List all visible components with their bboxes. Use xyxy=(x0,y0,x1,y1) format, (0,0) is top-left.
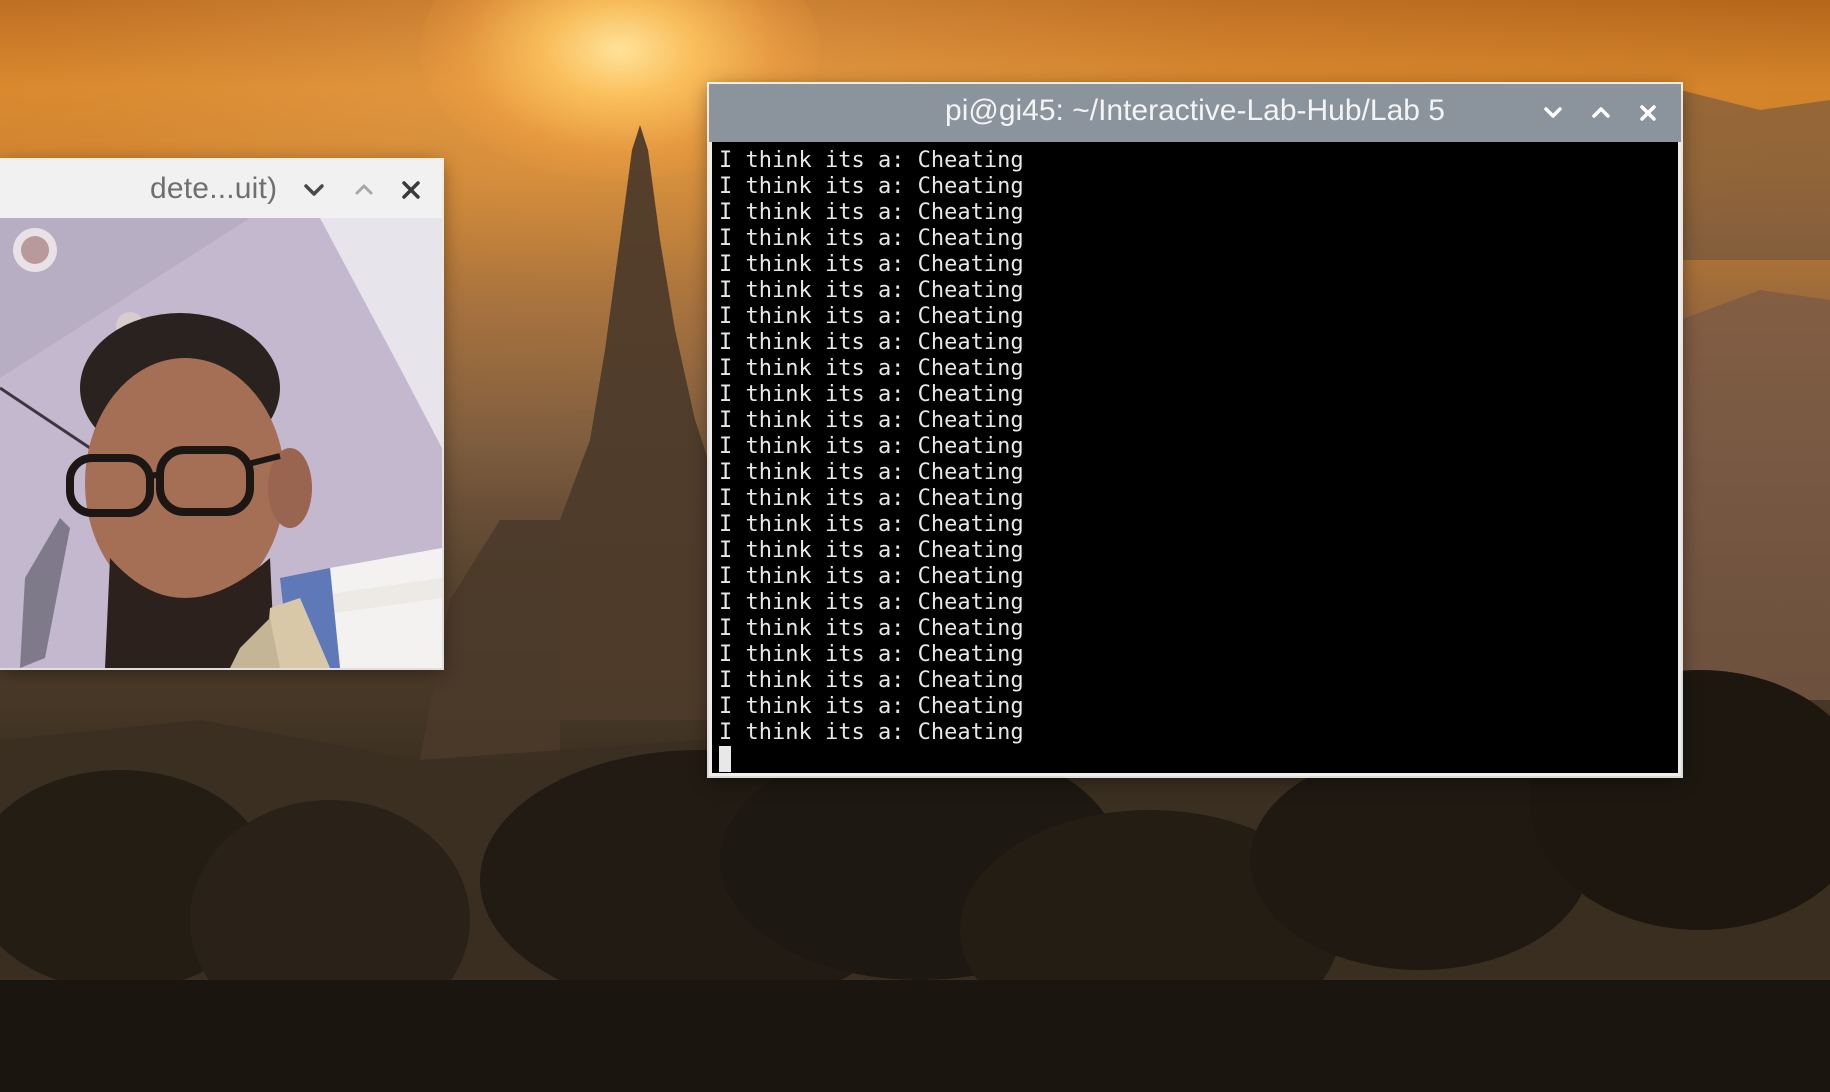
terminal-line: I think its a: Cheating xyxy=(719,668,1024,693)
camera-close-button[interactable] xyxy=(393,172,429,208)
camera-window[interactable]: dete...uit) xyxy=(0,160,442,668)
chevron-down-icon xyxy=(304,184,324,196)
terminal-prompt-line xyxy=(719,746,1024,772)
webcam-frame xyxy=(0,218,442,668)
terminal-line: I think its a: Cheating xyxy=(719,278,1024,303)
camera-maximize-button[interactable] xyxy=(346,172,382,208)
terminal-line: I think its a: Cheating xyxy=(719,720,1024,745)
terminal-line: I think its a: Cheating xyxy=(719,200,1024,225)
terminal-line: I think its a: Cheating xyxy=(719,460,1024,485)
camera-feed-image xyxy=(0,218,442,668)
terminal-line: I think its a: Cheating xyxy=(719,330,1024,355)
terminal-line: I think its a: Cheating xyxy=(719,512,1024,537)
terminal-line: I think its a: Cheating xyxy=(719,252,1024,277)
terminal-line: I think its a: Cheating xyxy=(719,148,1024,173)
camera-window-title: dete...uit) xyxy=(150,172,278,205)
terminal-maximize-button[interactable] xyxy=(1583,95,1619,131)
terminal-line: I think its a: Cheating xyxy=(719,564,1024,589)
terminal-output-area[interactable]: I think its a: Cheating I think its a: Ch… xyxy=(709,142,1681,776)
desktop: dete...uit) pi@gi45: ~/Interactive-Lab-H… xyxy=(0,0,1830,1092)
close-icon xyxy=(1640,105,1656,121)
terminal-line: I think its a: Cheating xyxy=(719,642,1024,667)
terminal-line: I think its a: Cheating xyxy=(719,538,1024,563)
terminal-line: I think its a: Cheating xyxy=(719,226,1024,251)
terminal-line: I think its a: Cheating xyxy=(719,590,1024,615)
terminal-line: I think its a: Cheating xyxy=(719,356,1024,381)
terminal-line: I think its a: Cheating xyxy=(719,486,1024,511)
camera-minimize-button[interactable] xyxy=(296,172,332,208)
terminal-close-button[interactable] xyxy=(1630,95,1666,131)
terminal-line: I think its a: Cheating xyxy=(719,616,1024,641)
terminal-line: I think its a: Cheating xyxy=(719,382,1024,407)
close-icon xyxy=(402,181,420,199)
terminal-line: I think its a: Cheating xyxy=(719,694,1024,719)
terminal-line: I think its a: Cheating xyxy=(719,434,1024,459)
terminal-minimize-button[interactable] xyxy=(1535,95,1571,131)
terminal-output: I think its a: Cheating I think its a: Ch… xyxy=(719,148,1024,772)
chevron-up-icon xyxy=(355,184,373,195)
terminal-window-titlebar[interactable]: pi@gi45: ~/Interactive-Lab-Hub/Lab 5 xyxy=(709,84,1681,142)
terminal-line: I think its a: Cheating xyxy=(719,408,1024,433)
chevron-up-icon xyxy=(1592,107,1610,118)
chevron-down-icon xyxy=(1544,107,1562,118)
terminal-line: I think its a: Cheating xyxy=(719,174,1024,199)
terminal-line: I think its a: Cheating xyxy=(719,304,1024,329)
terminal-window[interactable]: pi@gi45: ~/Interactive-Lab-Hub/Lab 5 I t… xyxy=(709,84,1681,776)
camera-window-titlebar[interactable]: dete...uit) xyxy=(0,160,442,219)
terminal-cursor xyxy=(719,746,731,772)
